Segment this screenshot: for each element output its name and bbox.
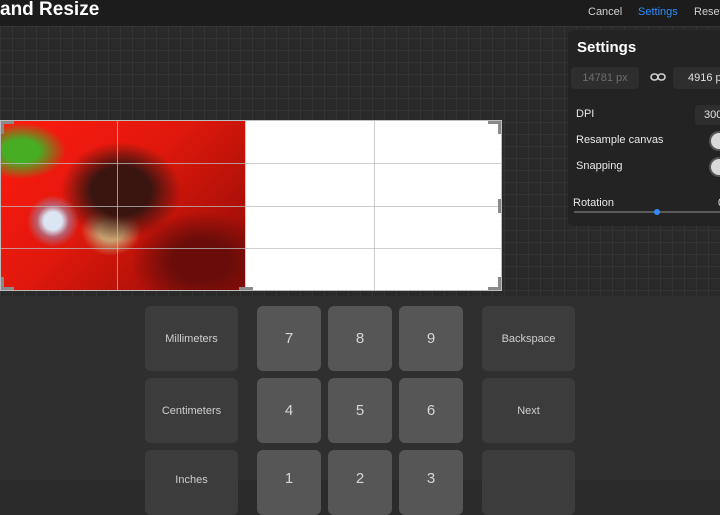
settings-panel: Settings 14781 px 4916 px DPI 300 Resamp… [568,30,720,226]
crop-handle-bottom-left[interactable] [1,277,14,290]
key-7[interactable]: 7 [257,306,321,371]
keypad: Millimeters Centimeters Inches 7 8 9 4 5… [0,296,720,515]
snapping-row: Snapping [568,156,720,178]
snapping-label: Snapping [576,160,623,172]
settings-button[interactable]: Settings [638,6,678,18]
chain-link-icon[interactable] [650,70,666,84]
unit-inches-button[interactable]: Inches [145,450,238,515]
page-title: and Resize [0,0,100,20]
key-4[interactable]: 4 [257,378,321,443]
resample-label: Resample canvas [576,134,664,146]
cancel-button[interactable]: Cancel [588,6,622,18]
width-field[interactable]: 14781 px [571,67,639,89]
key-6[interactable]: 6 [399,378,463,443]
toggle-knob [711,159,720,175]
crop-handle-bottom-right[interactable] [488,277,501,290]
top-bar: and Resize Cancel Settings Reset [0,0,720,26]
snapping-toggle[interactable] [709,157,720,177]
key-2[interactable]: 2 [328,450,392,515]
key-5[interactable]: 5 [328,378,392,443]
crop-handle-top-right[interactable] [488,121,501,134]
unit-centimeters-button[interactable]: Centimeters [145,378,238,443]
rotation-label: Rotation [573,197,614,209]
resample-row: Resample canvas [568,130,720,152]
dpi-row: DPI 300 [568,104,720,126]
settings-panel-title: Settings [577,39,637,56]
toggle-knob [711,133,720,149]
dpi-label: DPI [576,108,595,120]
key-8[interactable]: 8 [328,306,392,371]
resample-toggle[interactable] [709,131,720,151]
crop-handle-right[interactable] [498,199,501,213]
key-9[interactable]: 9 [399,306,463,371]
crop-frame[interactable] [0,120,502,291]
keypad-action-button[interactable] [482,450,575,515]
key-1[interactable]: 1 [257,450,321,515]
height-field[interactable]: 4916 px [673,67,720,89]
rotation-slider-thumb[interactable] [654,209,660,215]
crop-grid-line [1,163,501,164]
crop-grid-line [1,206,501,207]
key-3[interactable]: 3 [399,450,463,515]
crop-handle-top-left[interactable] [1,121,14,134]
crop-grid-line [1,248,501,249]
unit-millimeters-button[interactable]: Millimeters [145,306,238,371]
crop-handle-bottom[interactable] [239,287,253,290]
rotation-slider[interactable] [574,211,720,213]
next-button[interactable]: Next [482,378,575,443]
reset-button[interactable]: Reset [694,6,720,18]
backspace-button[interactable]: Backspace [482,306,575,371]
dpi-field[interactable]: 300 [695,105,720,125]
